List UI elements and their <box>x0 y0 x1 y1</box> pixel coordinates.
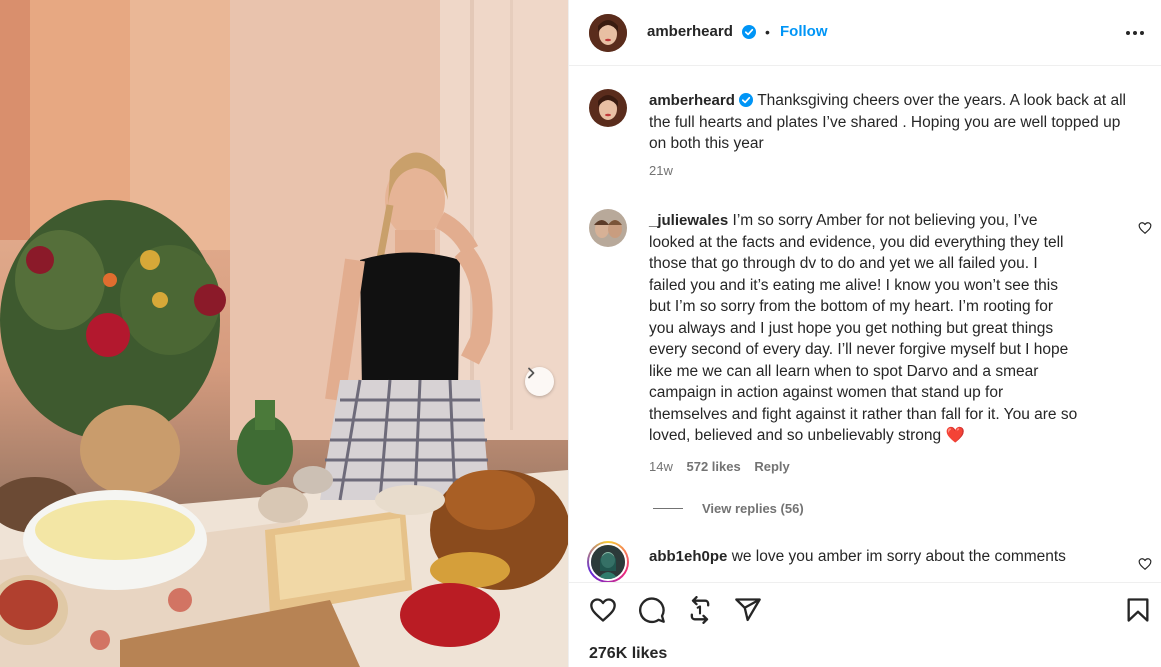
comment-text: we love you amber im sorry about the com… <box>731 548 1066 565</box>
repost-icon[interactable] <box>686 596 714 624</box>
follow-button[interactable]: Follow <box>780 23 828 40</box>
comment-username[interactable]: abb1eh0pe <box>649 548 727 565</box>
comment-like-heart-icon[interactable] <box>1138 221 1152 235</box>
comment-line: but I’m so sorry from the bottom of my h… <box>649 298 1053 315</box>
comment-username[interactable]: _juliewales <box>649 212 728 229</box>
save-bookmark-icon[interactable] <box>1124 596 1152 624</box>
comment-line: loved, believed and so unbelievably stro… <box>649 427 942 444</box>
header-separator: • <box>765 24 770 40</box>
comment-line: you always and I just hope you get nothi… <box>649 319 1054 337</box>
avatar-portrait-icon <box>589 89 627 127</box>
comment-line: every second of every day. I’ll never fo… <box>649 341 1069 358</box>
author-avatar[interactable] <box>589 14 627 52</box>
carousel-next-button[interactable] <box>525 367 554 396</box>
comment-like-heart-icon[interactable] <box>1138 557 1152 571</box>
comment-body: _juliewales I’m so sorry Amber for not b… <box>649 210 1129 447</box>
view-replies-button[interactable]: View replies (56) <box>702 501 804 516</box>
replies-divider <box>653 508 683 509</box>
verified-badge-icon <box>739 93 754 107</box>
reply-button[interactable]: Reply <box>754 459 789 474</box>
caption-timestamp[interactable]: 21w <box>649 163 673 178</box>
comment-line: I’m so sorry Amber for not believing you… <box>732 212 1038 229</box>
comment-timestamp[interactable]: 14w <box>649 459 673 474</box>
story-ring-avatar[interactable] <box>587 541 629 583</box>
comment-avatar[interactable] <box>589 209 627 247</box>
post-photo[interactable] <box>0 0 568 667</box>
avatar-photo-icon <box>589 209 627 247</box>
chevron-right-icon <box>528 367 535 379</box>
like-heart-icon[interactable] <box>589 596 617 624</box>
red-heart-emoji: ❤️ <box>945 427 965 444</box>
comment-body: abb1eh0pe we love you amber im sorry abo… <box>649 546 1129 568</box>
post-side-panel: amberheard • Follow amberheard Thanksgiv… <box>568 0 1161 667</box>
comment-avatar-inner <box>589 543 627 581</box>
header-username[interactable]: amberheard <box>647 23 733 40</box>
more-horizontal-icon[interactable] <box>1125 30 1145 36</box>
comment-line: campaign in action against women that st… <box>649 384 1004 401</box>
comment-likes-count[interactable]: 572 likes <box>686 459 740 474</box>
comment-bubble-icon[interactable] <box>638 596 666 624</box>
comment-line: those that go through dv to do and yet w… <box>649 255 1038 272</box>
post-likes-count[interactable]: 276K likes <box>589 645 667 663</box>
comment-line: themselves and fight against it rather t… <box>649 405 1078 423</box>
post-header: amberheard • Follow <box>569 0 1161 66</box>
comment-line: looked at the facts and evidence, you di… <box>649 233 1064 251</box>
thanksgiving-photo-illustration <box>0 0 568 667</box>
verified-badge-icon <box>742 25 756 39</box>
avatar-portrait-icon <box>589 14 627 52</box>
comment-meta: 14w 572 likes Reply <box>649 459 790 474</box>
post-caption: amberheard Thanksgiving cheers over the … <box>649 90 1129 155</box>
avatar-photo-icon <box>591 545 625 579</box>
caption-author-avatar[interactable] <box>589 89 627 127</box>
share-send-icon[interactable] <box>734 596 762 624</box>
comment-line: failed you and it’s eating me alive! I k… <box>649 276 1058 294</box>
caption-username[interactable]: amberheard <box>649 92 735 109</box>
comment-line: like me we can all learn when to spot Da… <box>649 362 1039 380</box>
